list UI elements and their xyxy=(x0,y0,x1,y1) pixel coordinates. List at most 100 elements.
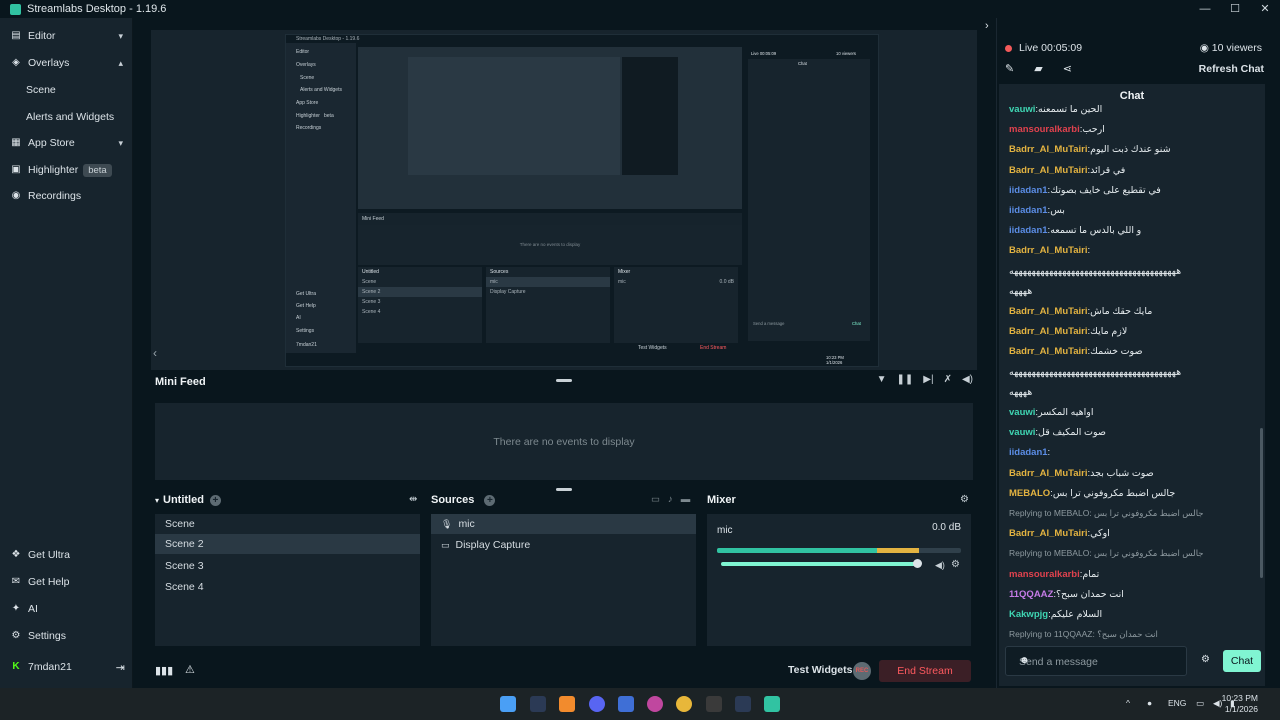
discord-icon[interactable] xyxy=(589,696,605,712)
source-audio-icon[interactable]: ♪ xyxy=(668,494,673,505)
chat-message[interactable]: Kakwpjg:السلام عليكم xyxy=(1009,609,1102,620)
sidebar-item-editor[interactable]: ▤ Editor ▾ xyxy=(0,24,133,48)
refresh-chat-button[interactable]: Refresh Chat xyxy=(1199,63,1264,75)
sidebar-item-account[interactable]: K 7mdan21 ⇥ xyxy=(0,655,133,679)
chat-message[interactable]: vauwi:صوت المكيف قل xyxy=(1009,427,1106,438)
app-icon[interactable] xyxy=(647,696,663,712)
chat-username[interactable]: Kakwpjg xyxy=(1009,609,1048,620)
chat-username[interactable]: vauwi xyxy=(1009,427,1035,438)
chrome-icon[interactable] xyxy=(676,696,692,712)
chat-message[interactable]: iidadan1:في تقطيع على خايف بصوتك xyxy=(1009,185,1161,196)
system-clock[interactable]: 10:23 PM 1/1/2026 xyxy=(1222,693,1258,715)
chat-scrollbar[interactable] xyxy=(1260,428,1263,578)
edit-icon[interactable]: ✎ xyxy=(1005,62,1014,75)
chat-username[interactable]: Badrr_Al_MuTairi xyxy=(1009,306,1087,317)
chat-username[interactable]: Badrr_Al_MuTairi xyxy=(1009,528,1087,539)
dashboard-icon[interactable]: ▰ xyxy=(1034,62,1042,75)
chat-message[interactable]: Badrr_Al_MuTairi:اوكي xyxy=(1009,528,1110,539)
sidebar-item-get-help[interactable]: ✉ Get Help xyxy=(0,570,133,594)
add-source-icon[interactable]: + xyxy=(484,494,496,506)
sidebar-item-settings[interactable]: ⚙ Settings xyxy=(0,624,133,648)
chat-username[interactable]: iidadan1 xyxy=(1009,205,1048,216)
language-indicator[interactable]: ENG xyxy=(1168,698,1186,708)
scene-item[interactable]: Scene xyxy=(155,514,420,534)
mute-alerts-icon[interactable]: ✗ xyxy=(944,374,952,385)
chat-username[interactable]: iidadan1 xyxy=(1009,225,1048,236)
chat-username[interactable]: Badrr_Al_MuTairi xyxy=(1009,245,1087,256)
chat-message[interactable]: Badrr_Al_MuTairi: xyxy=(1009,245,1090,256)
scene-collection-title[interactable]: Untitled xyxy=(163,494,204,506)
volume-knob[interactable] xyxy=(913,559,922,568)
sidebar-item-get-ultra[interactable]: ❖ Get Ultra xyxy=(0,543,133,567)
sidebar-item-recordings[interactable]: ◉ Recordings xyxy=(0,184,133,208)
chat-username[interactable]: iidadan1 xyxy=(1009,447,1048,458)
gear-icon[interactable]: ⚙ xyxy=(960,494,969,505)
minimize-icon[interactable]: — xyxy=(1190,0,1220,18)
chat-username[interactable]: vauwi xyxy=(1009,407,1035,418)
chat-message[interactable]: Badrr_Al_MuTairi:صوت شباب بجد xyxy=(1009,468,1154,479)
chat-message[interactable]: ههههه xyxy=(1009,387,1032,398)
scene-item-selected[interactable]: Scene 2 xyxy=(155,534,420,554)
skip-icon[interactable]: ▶| xyxy=(923,374,933,385)
chat-username[interactable]: mansouralkarbi xyxy=(1009,569,1080,580)
filter-icon[interactable]: ▼ xyxy=(877,374,887,385)
network-icon[interactable]: ▭ xyxy=(1196,698,1204,709)
sidebar-item-alerts-widgets[interactable]: Alerts and Widgets xyxy=(26,111,114,123)
chat-message[interactable]: MEBALO:جالس اضبط مكروفوني ترا بس xyxy=(1009,488,1175,499)
chat-message[interactable]: Badrr_Al_MuTairi:في قرائد xyxy=(1009,165,1125,176)
scene-item[interactable]: Scene 3 xyxy=(155,556,420,576)
close-icon[interactable]: ✕ xyxy=(1250,0,1280,18)
chevron-up-icon[interactable]: ^ xyxy=(1126,698,1130,708)
chat-username[interactable]: Badrr_Al_MuTairi xyxy=(1009,468,1087,479)
chat-message[interactable]: Replying to 11QQAAZ: انت حمدان سبح؟ xyxy=(1009,629,1158,640)
chat-message[interactable]: Badrr_Al_MuTairi:مايك حقك ماش xyxy=(1009,306,1152,317)
chat-username[interactable]: mansouralkarbi xyxy=(1009,124,1080,135)
folder-icon[interactable]: ▬ xyxy=(681,494,691,505)
source-visibility-icon[interactable]: ▭ xyxy=(651,494,660,505)
logout-icon[interactable]: ⇥ xyxy=(116,661,125,674)
alert-icon[interactable]: ⚠ xyxy=(185,663,195,676)
sidebar-item-overlays[interactable]: ◈ Overlays ▴ xyxy=(0,51,133,75)
chat-username[interactable]: Badrr_Al_MuTairi xyxy=(1009,144,1087,155)
volume-icon[interactable]: ◀) xyxy=(962,374,973,385)
chat-username[interactable]: MEBALO xyxy=(1009,488,1050,499)
chat-username[interactable]: Badrr_Al_MuTairi xyxy=(1009,165,1087,176)
chat-message[interactable]: Replying to MEBALO: جالس اضبط مكروفوني ت… xyxy=(1009,508,1204,519)
chat-message[interactable]: ههههههههههههههههههههههههههههههههههههههه xyxy=(1009,266,1181,277)
chat-message[interactable]: iidadan1:بس xyxy=(1009,205,1065,216)
stream-preview[interactable]: Streamlabs Desktop - 1.19.6 Editor Overl… xyxy=(285,34,879,367)
chat-input[interactable]: Send a message ☻ xyxy=(1005,646,1187,676)
chat-message[interactable]: vauwi:اواهيه المكسر xyxy=(1009,407,1094,418)
mic-tray-icon[interactable]: ● xyxy=(1147,698,1152,708)
source-item-display[interactable]: ▭ Display Capture xyxy=(431,535,696,555)
chat-message[interactable]: mansouralkarbi:ارحب xyxy=(1009,124,1105,135)
chat-message[interactable]: Replying to MEBALO: جالس اضبط مكروفوني ت… xyxy=(1009,548,1204,559)
source-item-mic[interactable]: 🎙 mic xyxy=(431,514,696,534)
transition-icon[interactable]: ⇹ xyxy=(409,494,417,505)
chevron-right-icon[interactable]: › xyxy=(985,20,989,32)
chat-username[interactable]: Badrr_Al_MuTairi xyxy=(1009,326,1087,337)
app-icon[interactable] xyxy=(706,696,722,712)
chat-message[interactable]: Badrr_Al_MuTairi:شنو عندك ذبت اليوم xyxy=(1009,144,1171,155)
resize-handle[interactable] xyxy=(556,488,572,491)
windows-start-icon[interactable] xyxy=(500,696,516,712)
share-icon[interactable]: ⋖ xyxy=(1063,62,1072,75)
chat-messages[interactable]: vauwi:الحين ما تسمعنه mansouralkarbi:ارحب… xyxy=(1009,104,1259,640)
chat-message[interactable]: vauwi:الحين ما تسمعنه xyxy=(1009,104,1102,115)
add-scene-icon[interactable]: + xyxy=(209,494,221,506)
chat-username[interactable]: iidadan1 xyxy=(1009,185,1048,196)
gear-icon[interactable]: ⚙ xyxy=(951,559,960,570)
pause-icon[interactable]: ❚❚ xyxy=(897,374,914,385)
chat-username[interactable]: Badrr_Al_MuTairi xyxy=(1009,346,1087,357)
sidebar-item-app-store[interactable]: ▦ App Store ▾ xyxy=(0,131,133,155)
chat-username[interactable]: 11QQAAZ xyxy=(1009,589,1053,600)
app-icon[interactable] xyxy=(618,696,634,712)
app-icon[interactable] xyxy=(559,696,575,712)
chat-message[interactable]: iidadan1:و اللي بالدس ما تسمعه xyxy=(1009,225,1141,236)
chat-message[interactable]: Badrr_Al_MuTairi:صوت خشمك xyxy=(1009,346,1143,357)
chat-username[interactable]: vauwi xyxy=(1009,104,1035,115)
chat-message[interactable]: 11QQAAZ:انت حمدان سبح؟ xyxy=(1009,589,1124,600)
send-chat-button[interactable]: Chat xyxy=(1223,650,1261,672)
scene-item[interactable]: Scene 4 xyxy=(155,577,420,597)
performance-icon[interactable]: ▮▮▮ xyxy=(155,664,173,677)
